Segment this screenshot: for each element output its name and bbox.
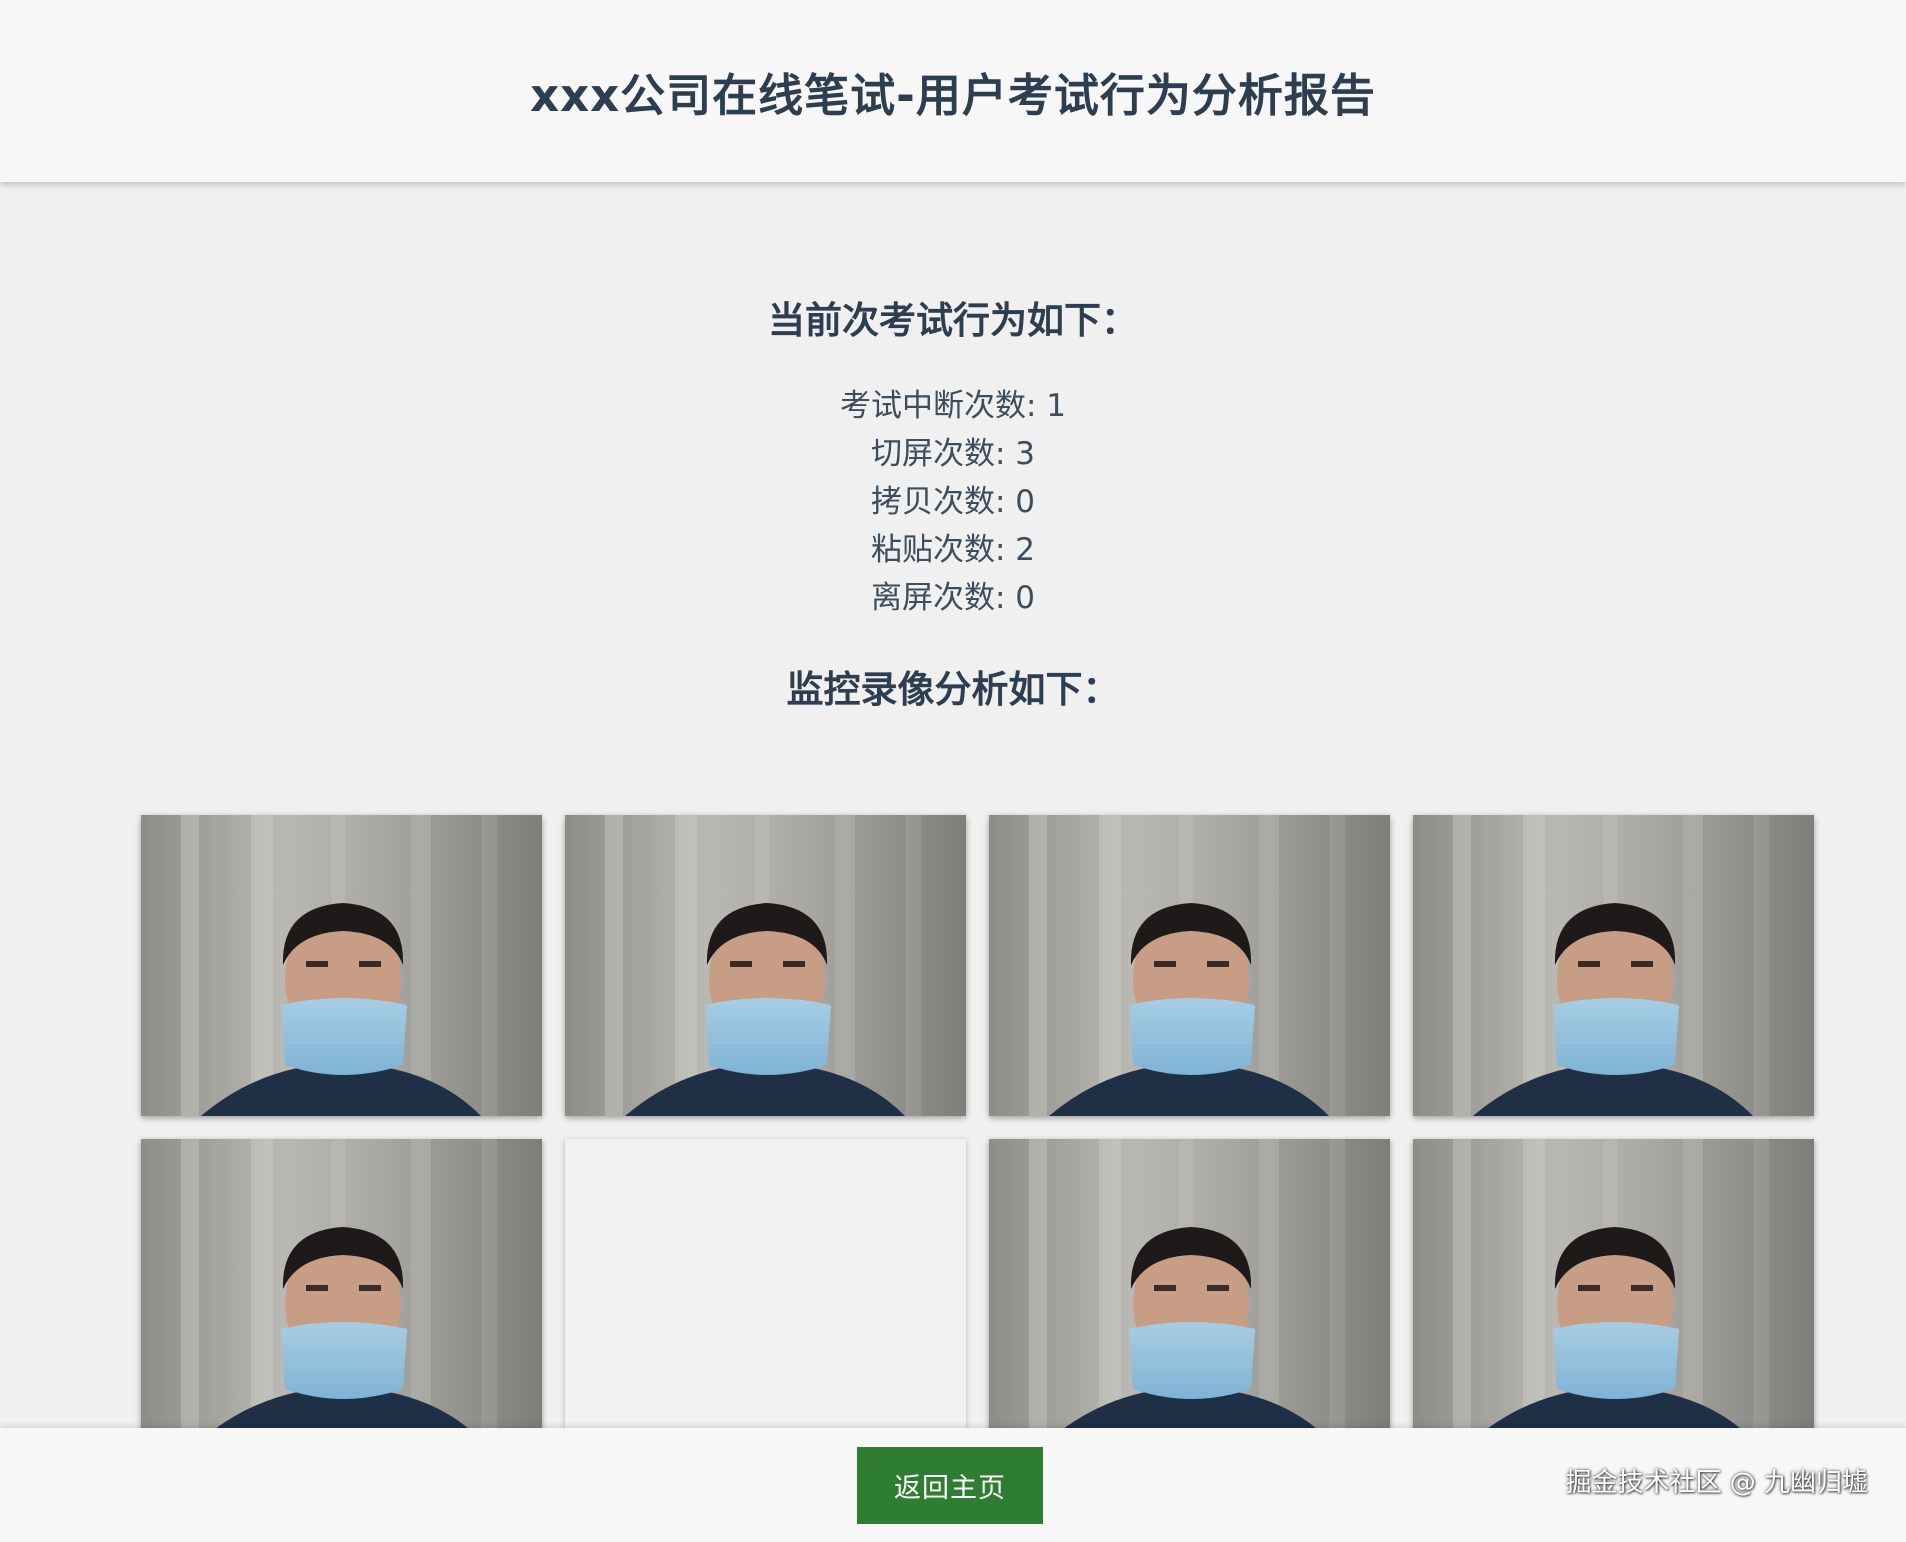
stat-switch-screen-count: 切屏次数: 3 xyxy=(870,436,1036,472)
monitor-frame xyxy=(565,815,966,1116)
page-footer: 返回主页 掘金技术社区 @ 九幽归墟 xyxy=(0,1428,1906,1542)
stat-paste-count: 粘贴次数: 2 xyxy=(870,532,1036,568)
webcam-snapshot-image xyxy=(141,1139,542,1440)
stat-interrupt-count: 考试中断次数: 1 xyxy=(839,388,1067,424)
webcam-snapshot-image xyxy=(989,815,1390,1116)
report-content: 当前次考试行为如下： 考试中断次数: 1 切屏次数: 3 拷贝次数: 0 粘贴次… xyxy=(0,182,1906,1440)
monitor-frame xyxy=(141,815,542,1116)
monitor-frame xyxy=(989,1139,1390,1440)
page-title: xxx公司在线笔试-用户考试行为分析报告 xyxy=(530,68,1376,122)
webcam-snapshot-image xyxy=(989,1139,1390,1440)
webcam-snapshot-image xyxy=(1413,815,1814,1116)
behavior-section-title: 当前次考试行为如下： xyxy=(768,299,1138,342)
monitor-frame xyxy=(1413,815,1814,1116)
webcam-snapshot-image xyxy=(565,815,966,1116)
behavior-stats: 考试中断次数: 1 切屏次数: 3 拷贝次数: 0 粘贴次数: 2 离屏次数: … xyxy=(0,382,1906,622)
webcam-snapshot-image xyxy=(1413,1139,1814,1440)
stat-copy-count: 拷贝次数: 0 xyxy=(870,484,1036,520)
monitor-frame xyxy=(565,1139,966,1440)
page-header: xxx公司在线笔试-用户考试行为分析报告 xyxy=(0,0,1906,182)
stat-leave-screen-count: 离屏次数: 0 xyxy=(870,580,1036,616)
monitor-frame-grid xyxy=(141,815,1815,1440)
monitor-frame xyxy=(989,815,1390,1116)
monitor-section-title: 监控录像分析如下： xyxy=(786,668,1120,711)
back-home-button[interactable]: 返回主页 xyxy=(857,1447,1043,1524)
watermark: 掘金技术社区 @ 九幽归墟 xyxy=(1565,1468,1868,1498)
monitor-frame xyxy=(141,1139,542,1440)
webcam-snapshot-image xyxy=(141,815,542,1116)
monitor-frame xyxy=(1413,1139,1814,1440)
